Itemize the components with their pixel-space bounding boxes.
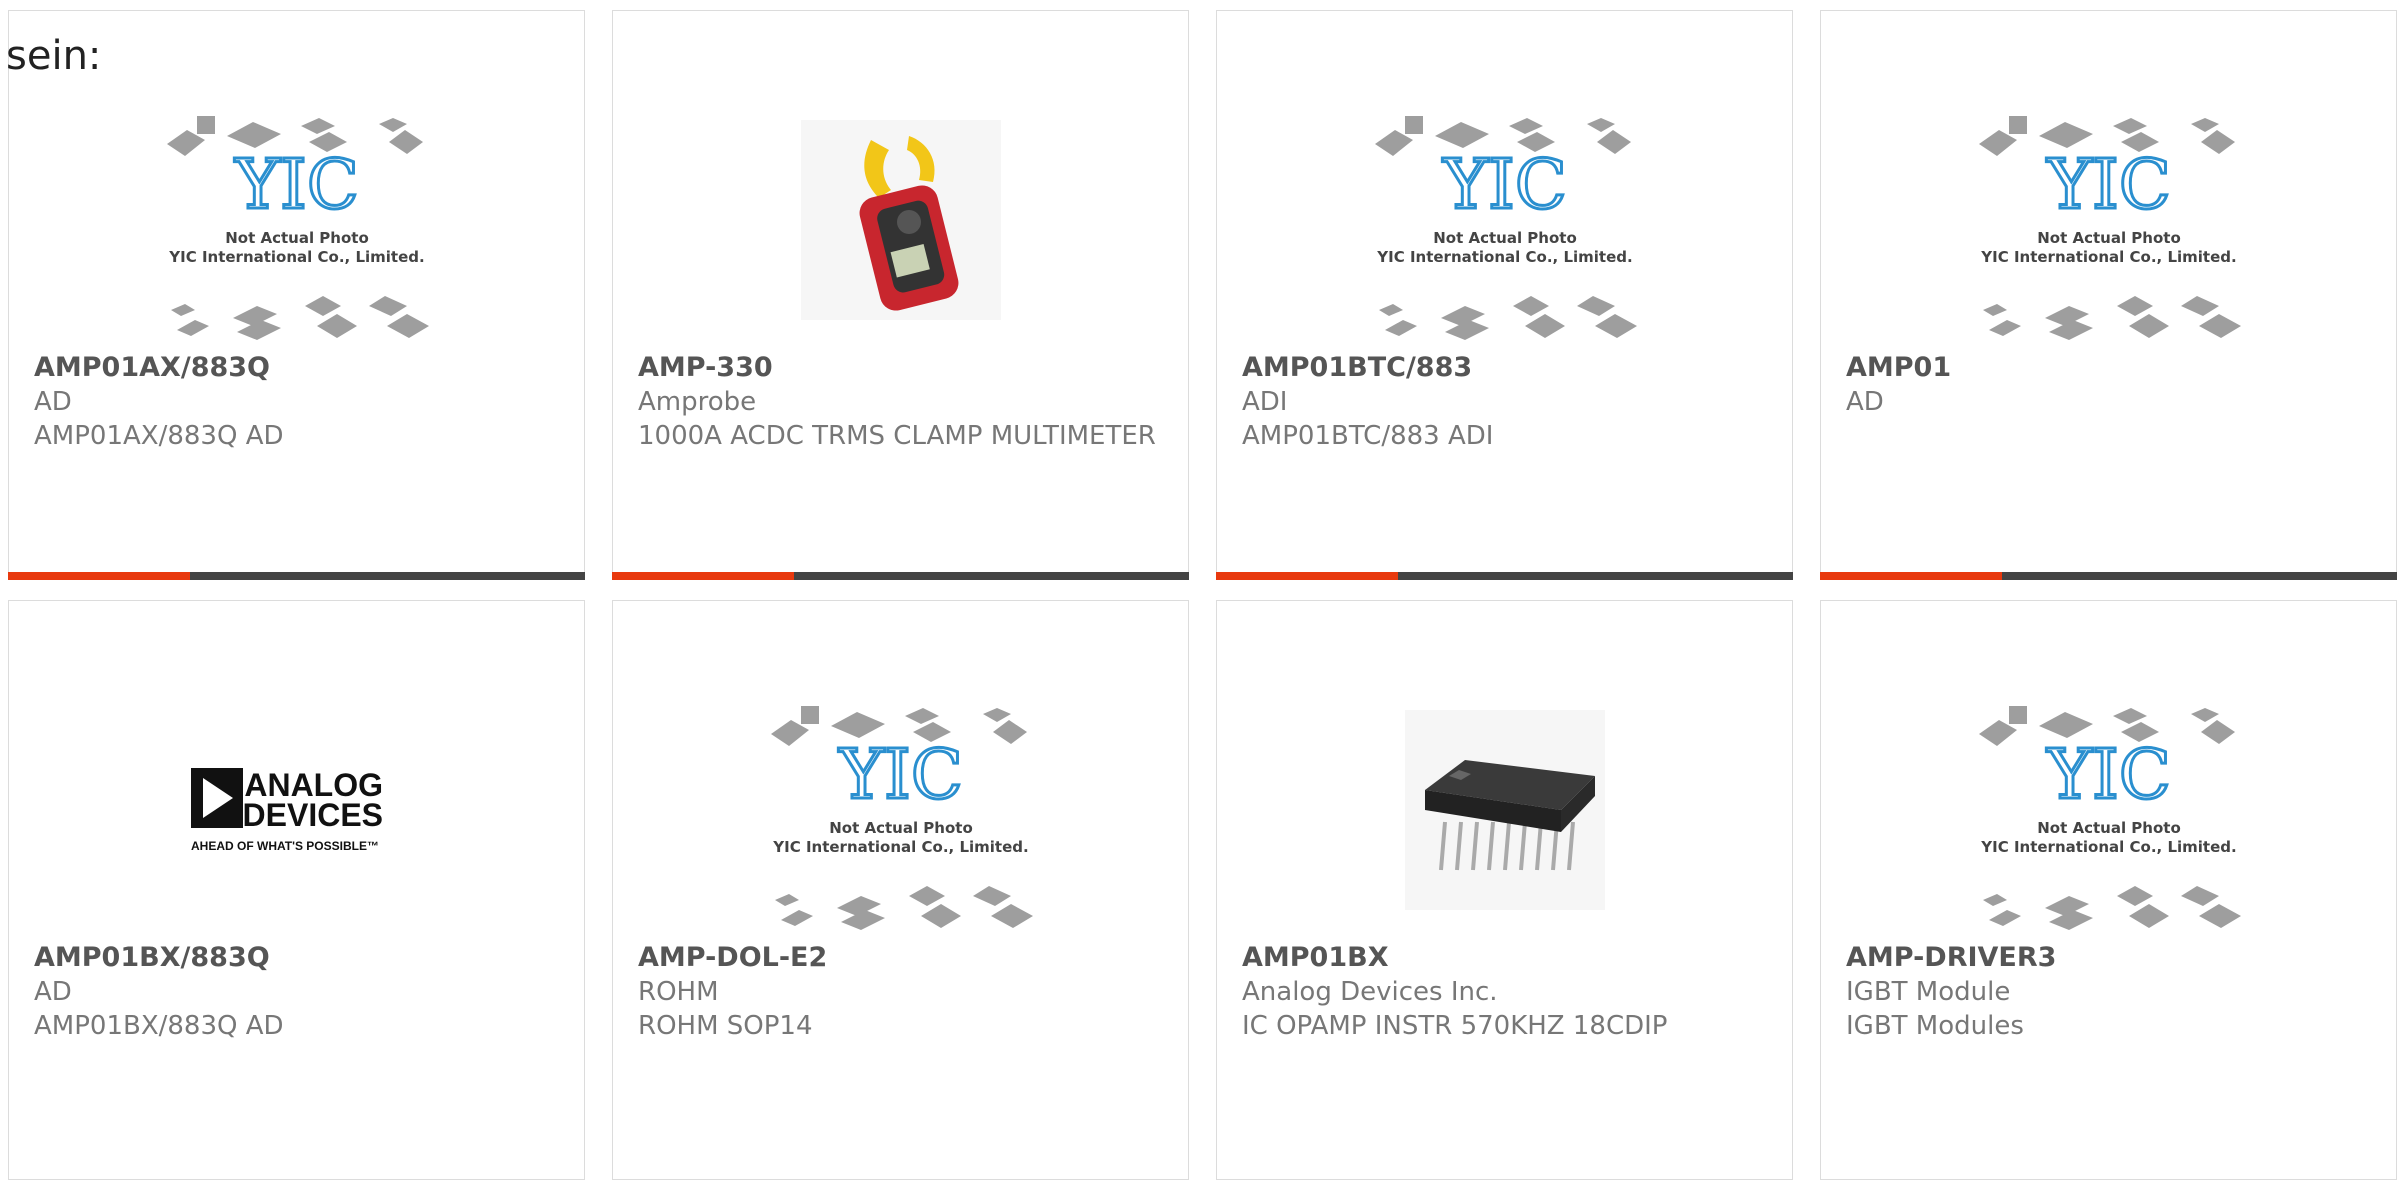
product-card[interactable]: YIC Not Actual Photo YIC International C…: [1216, 10, 1793, 580]
product-image-placeholder[interactable]: YIC Not Actual Photo YIC International C…: [1959, 685, 2259, 935]
placeholder-caption-line2: YIC International Co., Limited.: [1980, 838, 2236, 856]
product-card[interactable]: YIC Not Actual Photo YIC International C…: [1820, 10, 2397, 580]
part-number[interactable]: AMP01BTC/883: [1242, 351, 1772, 385]
logo-tagline: AHEAD OF WHAT'S POSSIBLE™: [191, 839, 379, 853]
svg-text:YIC: YIC: [2046, 736, 2171, 815]
product-image-dip-chip[interactable]: [1355, 685, 1655, 935]
manufacturer: IGBT Module: [1846, 977, 2011, 1007]
part-number[interactable]: AMP-DRIVER3: [1846, 941, 2376, 975]
part-number[interactable]: AMP01: [1846, 351, 2376, 385]
product-grid: YIC Not Actual Photo YIC International C…: [0, 0, 2400, 1180]
svg-text:YIC: YIC: [2046, 146, 2171, 225]
placeholder-caption-line2: YIC International Co., Limited.: [1376, 248, 1632, 266]
product-card[interactable]: YIC Not Actual Photo YIC International C…: [612, 600, 1189, 1180]
yic-placeholder-image: YIC Not Actual Photo YIC International C…: [1374, 116, 1637, 340]
logo-line2: DEVICES: [242, 797, 382, 833]
placeholder-caption-line1: Not Actual Photo: [829, 819, 973, 837]
dip-chip-image: [1404, 710, 1605, 910]
lead-text: sein:: [6, 33, 102, 79]
clamp-meter-image: [800, 120, 1001, 320]
svg-text:YIC: YIC: [234, 146, 359, 225]
placeholder-caption-line2: YIC International Co., Limited.: [1980, 248, 2236, 266]
accent-bar: [1216, 572, 1793, 580]
product-image-placeholder[interactable]: YIC Not Actual Photo YIC International C…: [1355, 95, 1655, 345]
placeholder-caption-line2: YIC International Co., Limited.: [772, 838, 1028, 856]
placeholder-caption-line1: Not Actual Photo: [1433, 229, 1577, 247]
placeholder-caption-line1: Not Actual Photo: [2037, 819, 2181, 837]
description: IGBT Modules: [1846, 1011, 2024, 1041]
part-number[interactable]: AMP01BX: [1242, 941, 1772, 975]
manufacturer: ADI: [1242, 387, 1288, 417]
analog-devices-logo: ANALOG DEVICES AHEAD OF WHAT'S POSSIBLE™: [190, 767, 383, 853]
manufacturer: Analog Devices Inc.: [1242, 977, 1498, 1007]
yic-placeholder-image: YIC Not Actual Photo YIC International C…: [1978, 116, 2241, 340]
product-card[interactable]: YIC Not Actual Photo YIC International C…: [8, 10, 585, 580]
placeholder-caption-line1: Not Actual Photo: [2037, 229, 2181, 247]
part-number[interactable]: AMP-330: [638, 351, 1168, 385]
part-number[interactable]: AMP-DOL-E2: [638, 941, 1168, 975]
accent-bar: [612, 572, 1189, 580]
manufacturer: AD: [1846, 387, 1884, 417]
part-number[interactable]: AMP01AX/883Q: [34, 351, 564, 385]
placeholder-caption-line2: YIC International Co., Limited.: [168, 248, 424, 266]
placeholder-caption-line1: Not Actual Photo: [225, 229, 369, 247]
product-card[interactable]: AMP-330 Amprobe 1000A ACDC TRMS CLAMP MU…: [612, 10, 1189, 580]
yic-placeholder-image: YIC Not Actual Photo YIC International C…: [166, 116, 429, 340]
svg-text:YIC: YIC: [838, 736, 963, 815]
product-image-clamp-meter[interactable]: [751, 95, 1051, 345]
description: IC OPAMP INSTR 570KHZ 18CDIP: [1242, 1011, 1668, 1041]
product-card[interactable]: AMP01BX Analog Devices Inc. IC OPAMP INS…: [1216, 600, 1793, 1180]
product-image-placeholder[interactable]: YIC Not Actual Photo YIC International C…: [147, 95, 447, 345]
product-card[interactable]: YIC Not Actual Photo YIC International C…: [1820, 600, 2397, 1180]
yic-placeholder-image: YIC Not Actual Photo YIC International C…: [770, 706, 1033, 930]
accent-bar: [1820, 572, 2397, 580]
manufacturer: ROHM: [638, 977, 719, 1007]
manufacturer: Amprobe: [638, 387, 757, 417]
description: AMP01BX/883Q AD: [34, 1011, 284, 1041]
description: AMP01BTC/883 ADI: [1242, 421, 1494, 451]
description: 1000A ACDC TRMS CLAMP MULTIMETER: [638, 421, 1156, 451]
product-image-placeholder[interactable]: YIC Not Actual Photo YIC International C…: [751, 685, 1051, 935]
yic-placeholder-image: YIC Not Actual Photo YIC International C…: [1978, 706, 2241, 930]
svg-text:YIC: YIC: [1442, 146, 1567, 225]
description: ROHM SOP14: [638, 1011, 813, 1041]
part-number[interactable]: AMP01BX/883Q: [34, 941, 564, 975]
manufacturer: AD: [34, 977, 72, 1007]
product-image-brand-logo[interactable]: ANALOG DEVICES AHEAD OF WHAT'S POSSIBLE™: [147, 685, 447, 935]
product-image-placeholder[interactable]: YIC Not Actual Photo YIC International C…: [1959, 95, 2259, 345]
accent-bar: [8, 572, 585, 580]
product-card[interactable]: ANALOG DEVICES AHEAD OF WHAT'S POSSIBLE™…: [8, 600, 585, 1180]
manufacturer: AD: [34, 387, 72, 417]
description: AMP01AX/883Q AD: [34, 421, 284, 451]
